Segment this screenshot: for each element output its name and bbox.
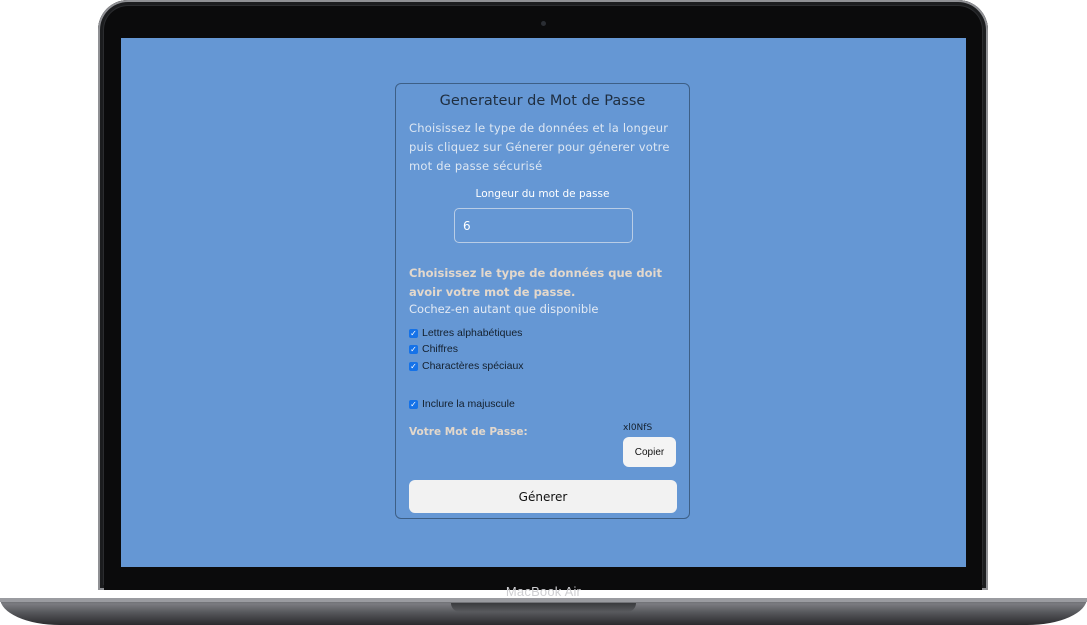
page-title: Generateur de Mot de Passe	[439, 93, 646, 109]
checkbox-letters[interactable]: ✓ Lettres alphabétiques	[409, 326, 522, 340]
checkbox-uppercase[interactable]: ✓ Inclure la majuscule	[409, 397, 515, 411]
types-heading: Choisissez le type de données que doit a…	[409, 266, 662, 299]
checkbox-label: Charactères spéciaux	[422, 360, 524, 372]
device-label: MacBook Air	[505, 584, 582, 599]
checkbox-checked-icon[interactable]: ✓	[409, 344, 418, 354]
checkbox-checked-icon[interactable]: ✓	[409, 399, 418, 409]
length-label: Longeur du mot de passe	[475, 188, 610, 200]
types-subheading: Cochez-en autant que disponible	[409, 302, 599, 316]
password-generator-card: Generateur de Mot de Passe Choisissez le…	[395, 83, 690, 519]
checkbox-special[interactable]: ✓ Charactères spéciaux	[409, 359, 524, 373]
checkbox-checked-icon[interactable]: ✓	[409, 328, 418, 338]
checkbox-checked-icon[interactable]: ✓	[409, 361, 418, 371]
intro-text: Choisissez le type de données et la long…	[409, 121, 670, 173]
app-screen: Generateur de Mot de Passe Choisissez le…	[121, 38, 966, 567]
laptop-mockup: Generateur de Mot de Passe Choisissez le…	[0, 0, 1087, 625]
result-label: Votre Mot de Passe:	[409, 426, 528, 438]
checkbox-label: Lettres alphabétiques	[422, 327, 523, 339]
copy-button[interactable]: Copier	[623, 437, 676, 467]
laptop-notch	[451, 603, 636, 612]
length-input[interactable]	[454, 208, 633, 243]
generated-password: xl0NfS	[623, 423, 653, 433]
checkbox-label: Inclure la majuscule	[422, 398, 515, 410]
generate-button[interactable]: Génerer	[409, 480, 677, 513]
camera-icon	[541, 21, 546, 26]
checkbox-digits[interactable]: ✓ Chiffres	[409, 342, 458, 356]
checkbox-label: Chiffres	[422, 343, 458, 355]
